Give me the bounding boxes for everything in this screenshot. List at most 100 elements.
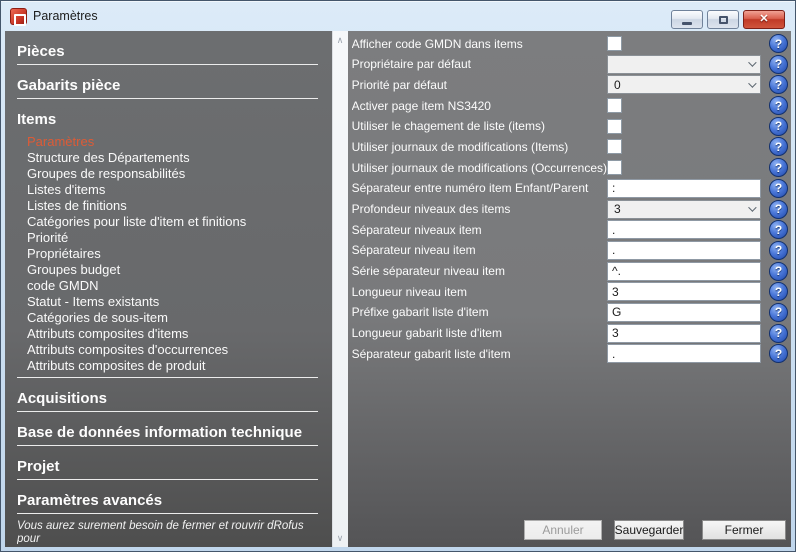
form-row: Séparateur niveau item? bbox=[352, 241, 788, 260]
sidebar-item[interactable]: Catégories de sous-item bbox=[27, 310, 332, 326]
form-row-label: Longueur gabarit liste d'item bbox=[352, 326, 607, 340]
maximize-icon bbox=[719, 16, 728, 24]
cancel-button[interactable]: Annuler bbox=[524, 520, 602, 540]
form-row: Séparateur gabarit liste d'item? bbox=[352, 344, 788, 363]
sidebar-item[interactable]: Groupes budget bbox=[27, 262, 332, 278]
close-form-button[interactable]: Fermer bbox=[702, 520, 786, 540]
form-row-label: Série séparateur niveau item bbox=[352, 264, 607, 278]
help-icon[interactable]: ? bbox=[769, 75, 788, 94]
help-icon[interactable]: ? bbox=[769, 262, 788, 281]
section-divider bbox=[17, 98, 318, 99]
form-row-label: Propriétaire par défaut bbox=[352, 57, 607, 71]
text-input[interactable] bbox=[607, 179, 761, 198]
form-row: Série séparateur niveau item? bbox=[352, 262, 788, 281]
help-icon[interactable]: ? bbox=[769, 344, 788, 363]
chevron-down-icon bbox=[748, 59, 756, 67]
text-input[interactable] bbox=[607, 344, 761, 363]
help-icon[interactable]: ? bbox=[769, 220, 788, 239]
text-input[interactable] bbox=[607, 324, 761, 343]
help-icon[interactable]: ? bbox=[769, 324, 788, 343]
help-icon[interactable]: ? bbox=[769, 282, 788, 301]
sidebar-item[interactable]: Structure des Départements bbox=[27, 150, 332, 166]
sidebar-item[interactable]: Propriétaires bbox=[27, 246, 332, 262]
section-divider bbox=[17, 377, 318, 378]
scroll-down-icon[interactable]: ∨ bbox=[333, 530, 348, 546]
sidebar-section-items: ParamètresStructure des DépartementsGrou… bbox=[5, 132, 332, 377]
sidebar-section[interactable]: Gabarits pièce bbox=[17, 77, 318, 98]
close-button[interactable]: ✕ bbox=[743, 10, 785, 29]
form-row-label: Longueur niveau item bbox=[352, 285, 607, 299]
help-icon[interactable]: ? bbox=[769, 303, 788, 322]
window-content: PiècesGabarits pièceItemsParamètresStruc… bbox=[5, 31, 791, 547]
dropdown-value: 3 bbox=[614, 202, 748, 216]
chevron-down-icon bbox=[748, 203, 756, 211]
help-icon[interactable]: ? bbox=[769, 137, 788, 156]
sidebar-scrollbar[interactable]: ∧ ∨ bbox=[332, 31, 348, 547]
help-icon[interactable]: ? bbox=[769, 200, 788, 219]
sidebar-section[interactable]: Paramètres avancés bbox=[17, 492, 318, 513]
drofus-logo-icon bbox=[10, 8, 27, 25]
sidebar-section[interactable]: Pièces bbox=[17, 43, 318, 64]
settings-form-panel: Afficher code GMDN dans items? Propriétai… bbox=[348, 31, 791, 547]
sidebar-item[interactable]: Groupes de responsabilités bbox=[27, 166, 332, 182]
help-icon[interactable]: ? bbox=[769, 241, 788, 260]
parametres-window: Paramètres ✕ PiècesGabarits pièceItemsPa… bbox=[0, 0, 796, 552]
section-divider bbox=[17, 513, 318, 514]
text-input[interactable] bbox=[607, 220, 761, 239]
help-icon[interactable]: ? bbox=[769, 55, 788, 74]
form-row: Longueur niveau item? bbox=[352, 282, 788, 301]
form-row-label: Séparateur gabarit liste d'item bbox=[352, 347, 607, 361]
form-row: Activer page item NS3420? bbox=[352, 96, 788, 115]
sidebar-item[interactable]: Listes de finitions bbox=[27, 198, 332, 214]
sidebar-item[interactable]: Attributs composites de produit bbox=[27, 358, 332, 374]
sidebar-item[interactable]: code GMDN bbox=[27, 278, 332, 294]
form-row-label: Séparateur niveau item bbox=[352, 243, 607, 257]
form-row: Priorité par défaut0? bbox=[352, 75, 788, 94]
text-input[interactable] bbox=[607, 303, 761, 322]
sidebar-section[interactable]: Acquisitions bbox=[17, 390, 318, 411]
help-icon[interactable]: ? bbox=[769, 117, 788, 136]
form-row: Afficher code GMDN dans items? bbox=[352, 34, 788, 53]
sidebar-item[interactable]: Statut - Items existants bbox=[27, 294, 332, 310]
form-row: Séparateur entre numéro item Enfant/Pare… bbox=[352, 179, 788, 198]
sidebar-section[interactable]: Projet bbox=[17, 458, 318, 479]
form-row: Séparateur niveaux item? bbox=[352, 220, 788, 239]
sidebar-item[interactable]: Attributs composites d'items bbox=[27, 326, 332, 342]
text-input[interactable] bbox=[607, 282, 761, 301]
form-row-label: Afficher code GMDN dans items bbox=[352, 37, 607, 51]
checkbox[interactable] bbox=[607, 160, 622, 175]
section-divider bbox=[17, 64, 318, 65]
sidebar-item[interactable]: Paramètres bbox=[27, 134, 332, 150]
text-input[interactable] bbox=[607, 241, 761, 260]
sidebar-section[interactable]: Items bbox=[17, 111, 318, 132]
settings-sidebar: PiècesGabarits pièceItemsParamètresStruc… bbox=[5, 31, 332, 547]
sidebar-item[interactable]: Listes d'items bbox=[27, 182, 332, 198]
maximize-button[interactable] bbox=[707, 10, 739, 29]
checkbox[interactable] bbox=[607, 98, 622, 113]
save-button[interactable]: Sauvegarder bbox=[614, 520, 684, 540]
restart-note-line1: Vous aurez surement besoin de fermer et … bbox=[17, 520, 322, 544]
text-input[interactable] bbox=[607, 262, 761, 281]
form-row: Utiliser journaux de modifications (Occu… bbox=[352, 158, 788, 177]
help-icon[interactable]: ? bbox=[769, 96, 788, 115]
minimize-button[interactable] bbox=[671, 10, 703, 29]
help-icon[interactable]: ? bbox=[769, 34, 788, 53]
dropdown-select[interactable]: 3 bbox=[607, 200, 761, 219]
dropdown-select[interactable]: 0 bbox=[607, 75, 761, 94]
checkbox[interactable] bbox=[607, 139, 622, 154]
dropdown-select[interactable] bbox=[607, 55, 761, 74]
titlebar[interactable]: Paramètres ✕ bbox=[1, 1, 795, 31]
section-divider bbox=[17, 479, 318, 480]
help-icon[interactable]: ? bbox=[769, 158, 788, 177]
sidebar-item[interactable]: Catégories pour liste d'item et finition… bbox=[27, 214, 332, 230]
sidebar-item[interactable]: Priorité bbox=[27, 230, 332, 246]
help-icon[interactable]: ? bbox=[769, 179, 788, 198]
checkbox[interactable] bbox=[607, 36, 622, 51]
form-row: Longueur gabarit liste d'item? bbox=[352, 324, 788, 343]
scroll-up-icon[interactable]: ∧ bbox=[333, 32, 348, 48]
checkbox[interactable] bbox=[607, 119, 622, 134]
close-icon: ✕ bbox=[759, 14, 768, 25]
sidebar-section[interactable]: Base de données information technique bbox=[17, 424, 318, 445]
action-buttons: Annuler Sauvegarder Fermer bbox=[524, 520, 786, 540]
sidebar-item[interactable]: Attributs composites d'occurrences bbox=[27, 342, 332, 358]
